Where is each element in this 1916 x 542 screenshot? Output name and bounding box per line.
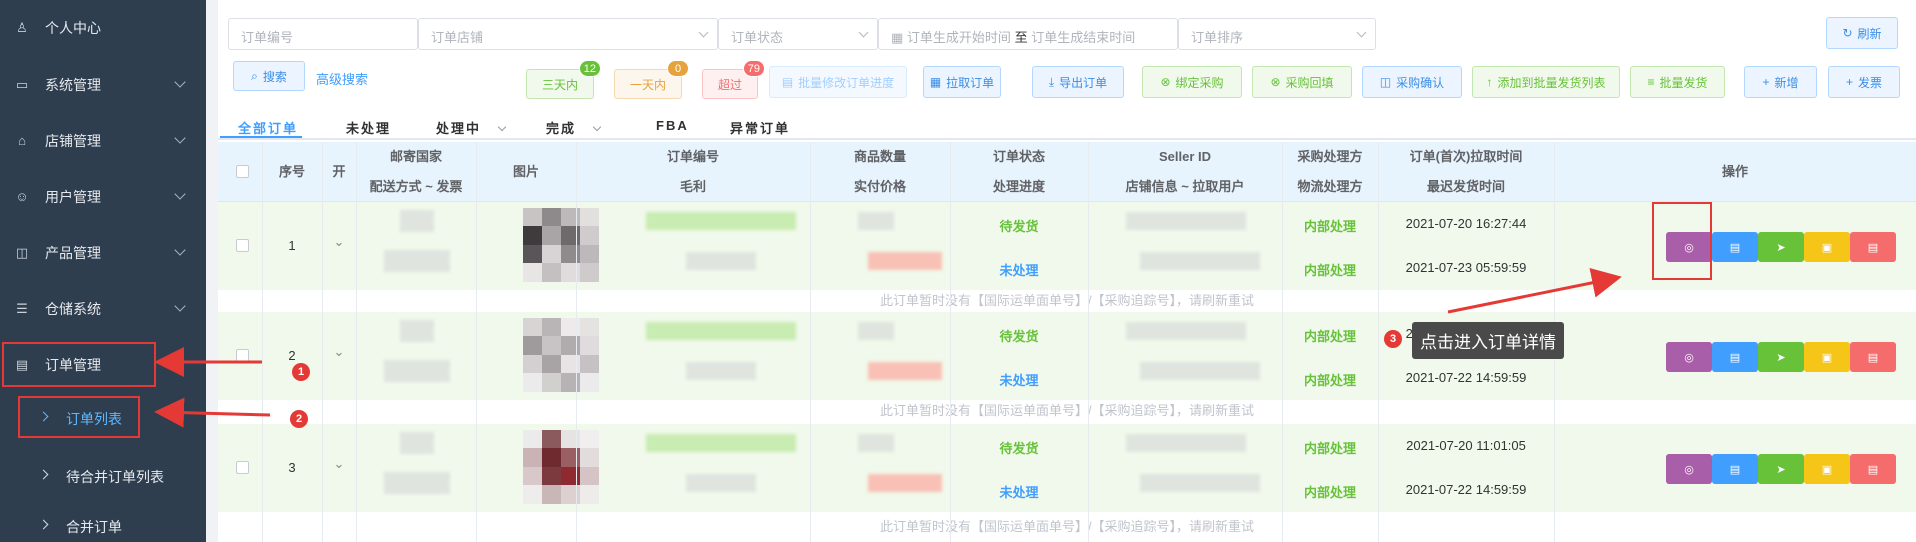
- arrow-2: [154, 397, 271, 428]
- arrow-3: [1447, 268, 1622, 314]
- annotation-arrows: [154, 268, 1622, 428]
